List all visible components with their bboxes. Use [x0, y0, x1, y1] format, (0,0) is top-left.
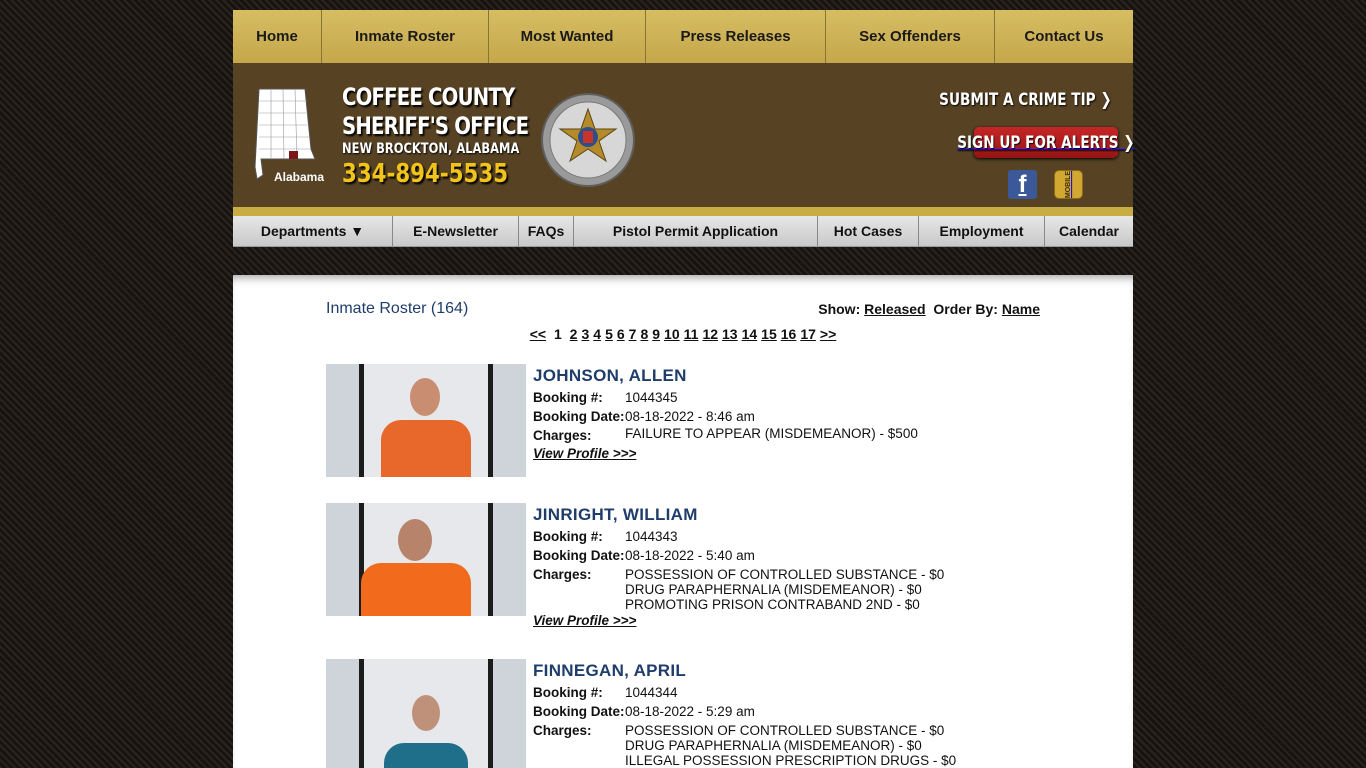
facebook-icon[interactable]: f: [1008, 170, 1037, 199]
pager-page-link[interactable]: 9: [652, 326, 660, 342]
pager-page-link[interactable]: 2: [570, 326, 578, 342]
booking-date: 08-18-2022 - 8:46 am: [625, 409, 755, 424]
show-released-link[interactable]: Released: [864, 301, 925, 317]
brand-phone: 334-894-5535: [342, 159, 509, 189]
charge-item: POSSESSION OF CONTROLLED SUBSTANCE - $0: [625, 723, 945, 738]
booking-date: 08-18-2022 - 5:40 am: [625, 548, 755, 563]
booking-number: 1044343: [625, 529, 678, 544]
pager-current: 1: [553, 326, 562, 342]
pager-page-link[interactable]: 13: [722, 326, 738, 342]
mugshot-image[interactable]: [326, 364, 526, 477]
page-title: Inmate Roster (164): [326, 300, 469, 317]
brand-location: NEW BROCKTON, ALABAMA: [342, 141, 520, 157]
pager-page-link[interactable]: 4: [593, 326, 601, 342]
main-content: Inmate Roster (164) Show: Released Order…: [233, 275, 1133, 768]
sheriff-star-badge-icon: [541, 93, 635, 187]
inmate-name[interactable]: FINNEGAN, APRIL: [533, 659, 1041, 683]
nav-most-wanted[interactable]: Most Wanted: [489, 10, 646, 63]
brand-title-line2: SHERIFF'S OFFICE: [342, 112, 529, 140]
pager-page-link[interactable]: 5: [605, 326, 613, 342]
charge-item: PROMOTING PRISON CONTRABAND 2ND - $0: [625, 597, 920, 612]
submit-crime-tip-link[interactable]: SUBMIT A CRIME TIP ❯: [939, 90, 1112, 110]
brand-title-line1: COFFEE COUNTY: [342, 83, 515, 111]
roster-filters: Show: Released Order By: Name: [818, 301, 1040, 317]
order-label: Order By:: [933, 301, 998, 317]
charge-item: POSSESSION OF CONTROLLED SUBSTANCE - $0: [625, 567, 945, 582]
pager-page-link[interactable]: 15: [761, 326, 777, 342]
view-profile-link[interactable]: View Profile >>>: [533, 613, 636, 628]
pager-page-link[interactable]: 6: [617, 326, 625, 342]
inmate-card: JINRIGHT, WILLIAM Booking #: 1044343 Book…: [326, 503, 1041, 653]
mobile-icon-label: MOBILE: [1065, 170, 1073, 199]
booking-number: 1044344: [625, 685, 678, 700]
subnav-departments[interactable]: Departments ▼: [233, 216, 393, 246]
shirt: [361, 563, 471, 616]
charge-item: ILLEGAL POSSESSION PRESCRIPTION DRUGS - …: [625, 753, 957, 768]
subnav-e-newsletter[interactable]: E-Newsletter: [393, 216, 519, 246]
nav-inmate-roster[interactable]: Inmate Roster: [322, 10, 489, 63]
booking-number: 1044345: [625, 390, 678, 405]
pager-page-link[interactable]: 8: [640, 326, 648, 342]
booking-date-label: Booking Date:: [533, 704, 625, 719]
subnav-pistol-permit[interactable]: Pistol Permit Application: [574, 216, 818, 246]
pager-page-link[interactable]: 11: [684, 326, 699, 342]
page-wrapper: Home Inmate Roster Most Wanted Press Rel…: [233, 10, 1135, 768]
inmate-name[interactable]: JOHNSON, ALLEN: [533, 364, 1041, 388]
view-profile-link[interactable]: View Profile >>>: [533, 446, 636, 461]
charges-label: Charges:: [533, 567, 592, 582]
booking-date-label: Booking Date:: [533, 409, 625, 424]
pager-page-link[interactable]: 7: [629, 326, 637, 342]
charge-item: DRUG PARAPHERNALIA (MISDEMEANOR) - $0: [625, 738, 922, 753]
charge-item: DRUG PARAPHERNALIA (MISDEMEANOR) - $0: [625, 582, 922, 597]
secondary-nav: Departments ▼ E-Newsletter FAQs Pistol P…: [233, 216, 1133, 247]
site-header: Alabama COFFEE COUNTY SHERIFF'S OFFICE N…: [233, 63, 1135, 216]
charges-list: POSSESSION OF CONTROLLED SUBSTANCE - $0 D…: [625, 721, 956, 768]
inmate-card: FINNEGAN, APRIL Booking #: 1044344 Bookin…: [326, 659, 1041, 768]
top-nav: Home Inmate Roster Most Wanted Press Rel…: [233, 10, 1133, 63]
shirt: [381, 420, 471, 477]
charges-list: POSSESSION OF CONTROLLED SUBSTANCE - $0 D…: [625, 565, 944, 612]
pager-page-link[interactable]: 3: [581, 326, 589, 342]
subnav-calendar[interactable]: Calendar: [1045, 216, 1133, 246]
charges-list: FAILURE TO APPEAR (MISDEMEANOR) - $500: [625, 426, 918, 445]
inmate-card: JOHNSON, ALLEN Booking #: 1044345 Booking…: [326, 364, 1041, 494]
show-label: Show:: [818, 301, 861, 317]
state-label: Alabama: [274, 170, 325, 184]
charge-item: FAILURE TO APPEAR (MISDEMEANOR) - $500: [625, 426, 918, 441]
charges-label: Charges:: [533, 723, 592, 738]
nav-home[interactable]: Home: [233, 10, 322, 63]
nav-contact-us[interactable]: Contact Us: [995, 10, 1133, 63]
nav-press-releases[interactable]: Press Releases: [646, 10, 826, 63]
booking-label: Booking #:: [533, 390, 603, 405]
pager-page-link[interactable]: 10: [664, 326, 680, 342]
mobile-icon[interactable]: MOBILE: [1054, 170, 1083, 199]
subnav-hot-cases[interactable]: Hot Cases: [818, 216, 919, 246]
booking-date: 08-18-2022 - 5:29 am: [625, 704, 755, 719]
pager-page-link[interactable]: 16: [781, 326, 797, 342]
subnav-faqs[interactable]: FAQs: [519, 216, 574, 246]
booking-label: Booking #:: [533, 529, 603, 544]
charges-label: Charges:: [533, 428, 592, 443]
pager-page-link[interactable]: 17: [800, 326, 816, 342]
shirt: [384, 743, 468, 768]
nav-sex-offenders[interactable]: Sex Offenders: [826, 10, 995, 63]
order-by-name-link[interactable]: Name: [1002, 301, 1040, 317]
crime-tip-label: SUBMIT A CRIME TIP: [939, 90, 1096, 110]
subnav-employment[interactable]: Employment: [919, 216, 1045, 246]
pager-prev[interactable]: <<: [530, 326, 546, 342]
pager-page-link[interactable]: 12: [702, 326, 718, 342]
brand-block[interactable]: COFFEE COUNTY SHERIFF'S OFFICE NEW BROCK…: [342, 83, 569, 190]
sign-up-alerts-button[interactable]: SIGN UP FOR ALERTS ❯: [957, 127, 1135, 158]
pagination: << 1 2 3 4 5 6 7 8 9 10 11 12 13 14 15 16 17 >>: [233, 326, 1133, 342]
pager-next[interactable]: >>: [820, 326, 836, 342]
mugshot-image[interactable]: [326, 503, 526, 616]
mugshot-image[interactable]: [326, 659, 526, 768]
alerts-label: SIGN UP FOR ALERTS: [957, 132, 1119, 153]
pager-page-link[interactable]: 14: [742, 326, 758, 342]
booking-date-label: Booking Date:: [533, 548, 625, 563]
booking-label: Booking #:: [533, 685, 603, 700]
inmate-name[interactable]: JINRIGHT, WILLIAM: [533, 503, 1041, 527]
